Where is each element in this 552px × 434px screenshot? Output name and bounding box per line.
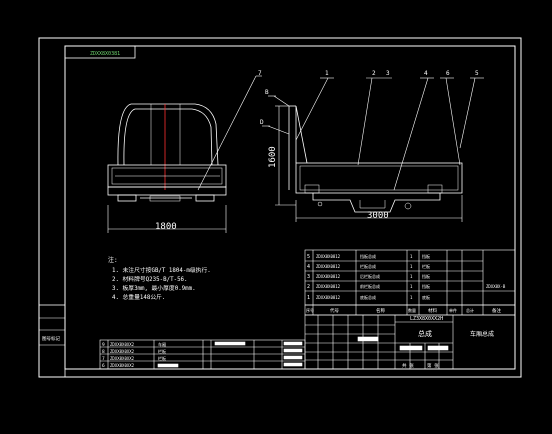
svg-text:ZDXX8X0812: ZDXX8X0812 [316,264,341,269]
svg-text:ZDXX8X0812: ZDXX8X0812 [316,254,341,259]
svg-text:ZDXX8X0XX2: ZDXX8X0XX2 [110,349,135,354]
svg-text:ZDXX8X0XX2: ZDXX8X0XX2 [110,342,135,347]
svg-text:后栏板总成: 后栏板总成 [360,273,380,279]
inner-border [64,45,516,370]
svg-text:挡板: 挡板 [422,273,430,279]
svg-text:底板总成: 底板总成 [360,294,376,300]
svg-text:单件: 单件 [449,307,457,313]
front-view [107,103,227,202]
technical-notes: 注: 1. 未注尺寸按GB/T 1804-m级执行. 2. 材料牌号Q235-B… [108,256,211,301]
svg-text:ZDXX8X0812: ZDXX8X0812 [316,284,341,289]
svg-text:3: 3 [307,274,310,280]
svg-text:底板: 底板 [422,294,430,300]
svg-text:1. 未注尺寸按GB/T 1804-m级执行.: 1. 未注尺寸按GB/T 1804-m级执行. [112,266,211,274]
svg-text:代号: 代号 [330,307,339,314]
svg-text:1: 1 [410,295,413,300]
svg-text:1: 1 [410,274,413,279]
svg-text:挡板总成: 挡板总成 [360,253,376,259]
callout-7: 7 [258,70,262,77]
svg-text:ZDXX8X0812: ZDXX8X0812 [316,274,341,279]
callout-2: 2 [372,70,376,77]
parts-table-text: 5 ZDXX8X0812 挡板总成 1 挡板 4 ZDXX8X0812 栏板总成… [307,253,506,301]
callout-1: 1 [325,70,329,77]
callout-3: 3 [386,70,390,77]
svg-text:备注: 备注 [492,307,501,314]
callout-6: 6 [446,70,450,77]
svg-text:名称: 名称 [376,307,385,314]
callout-d: D [260,119,264,126]
svg-text:1: 1 [410,264,413,269]
callout-5: 5 [475,70,479,77]
outer-border [38,37,522,378]
left-stamp: 图号标记 [42,335,60,342]
sheet-count: 共 张 [402,362,414,369]
svg-text:ZDXX8X0XX2: ZDXX8X0XX2 [110,363,135,368]
svg-text:4. 总重量148公斤.: 4. 总重量148公斤. [112,293,165,301]
drawing-number: LZ3X8X0XX2H [410,316,443,322]
svg-text:3. 板厚3mm, 最小厚度0.9mm.: 3. 板厚3mm, 最小厚度0.9mm. [112,284,196,292]
company-name: 车厢总成 [470,330,494,338]
svg-text:1: 1 [410,254,413,259]
svg-text:注:: 注: [108,256,118,264]
svg-text:2. 材料牌号Q235-B/T-56.: 2. 材料牌号Q235-B/T-56. [112,275,188,283]
svg-text:5: 5 [307,254,310,260]
svg-text:栏板: 栏板 [422,263,430,269]
side-height-dimension: 1600 [268,146,278,168]
svg-text:材料: 材料 [428,307,437,314]
svg-text:7: 7 [102,356,105,362]
svg-text:4: 4 [307,264,310,270]
svg-text:前栏板总成: 前栏板总成 [360,283,380,289]
callout-b: B [265,89,269,96]
sheet-number: 第 张 [427,362,439,369]
side-view [288,105,463,213]
leader-lines [197,75,484,191]
svg-text:9: 9 [102,342,105,348]
svg-text:挡板: 挡板 [422,283,430,289]
side-length-dimension: 3000 [367,211,389,221]
svg-text:车厢: 车厢 [158,341,166,347]
svg-text:栏板: 栏板 [158,355,166,361]
svg-text:8: 8 [102,349,105,355]
svg-text:序号: 序号 [306,307,314,313]
front-width-dimension: 1800 [155,222,177,232]
svg-text:栏板总成: 栏板总成 [360,263,376,269]
svg-text:挡板: 挡板 [422,253,430,259]
svg-text:6: 6 [102,363,105,369]
svg-text:1: 1 [307,295,310,301]
svg-text:ZDXX8X0812: ZDXX8X0812 [316,295,341,300]
parts-table-header: 序号 代号 名称 数量 材料 单件 总计 备注 [306,307,501,314]
drawing-name: 总成 [418,329,432,338]
bottom-table-text: 9 ZDXX8X0XX2 车厢 8 ZDXX8X0XX2 栏板 7 ZDXX8X… [102,341,166,369]
svg-text:数量: 数量 [408,307,416,313]
svg-text:ZDXX8X-B: ZDXX8X-B [486,284,506,289]
svg-text:总计: 总计 [466,307,474,313]
cad-drawing: 图号标记 ZDXX8X0381 1800 1600 3000 7 1 2 3 4… [38,37,522,378]
svg-text:栏板: 栏板 [158,348,166,354]
svg-text:2: 2 [307,284,310,290]
svg-text:1: 1 [410,284,413,289]
doc-code: ZDXX8X0381 [90,51,120,57]
svg-text:ZDXX8X0XX2: ZDXX8X0XX2 [110,356,135,361]
callout-4: 4 [424,70,428,77]
title-block [304,314,516,370]
